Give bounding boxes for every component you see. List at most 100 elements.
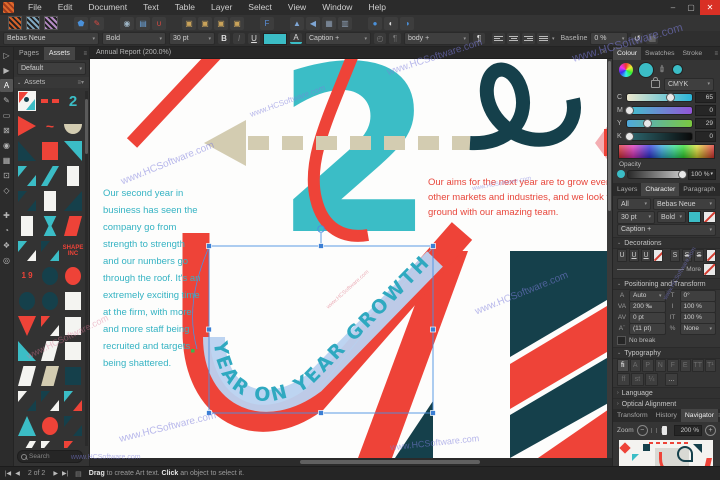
c-slider[interactable] (626, 93, 693, 102)
k-value-field[interactable]: 0 (695, 131, 716, 142)
menu-window[interactable]: Window (314, 0, 360, 15)
asset-shape-inc[interactable]: SHAPE INC (62, 239, 84, 263)
c-slider-handle[interactable] (666, 93, 675, 102)
tab-navigator[interactable]: Navigator (681, 409, 718, 422)
guides-icon[interactable]: ▤ (136, 17, 150, 30)
asset-white-teal-mosaic[interactable] (39, 439, 61, 448)
typography-button-A[interactable]: A (630, 359, 642, 372)
asset-red-white-mosaic[interactable] (39, 314, 61, 338)
typography-button-E[interactable]: E (680, 359, 692, 372)
crop-tool[interactable]: ⊡ (0, 169, 13, 182)
red-stripe-shape[interactable] (132, 59, 224, 143)
character-style-select[interactable]: Caption +▾ (305, 32, 371, 45)
m-value-field[interactable]: 0 (695, 105, 716, 116)
picture-frame-tool[interactable]: ⊠ (0, 124, 13, 137)
zoom-in-button[interactable]: + (705, 425, 716, 436)
asset-teal-slash[interactable] (39, 164, 61, 188)
typography-more-button[interactable]: … (665, 373, 678, 386)
positioning-left-field-2[interactable]: 0 pt (629, 312, 666, 324)
asset-dark-duo[interactable] (16, 189, 38, 213)
y-value-field[interactable]: 29 (695, 118, 716, 129)
underline-style-0[interactable]: U (617, 249, 627, 262)
asset-white-poly[interactable] (16, 364, 38, 388)
typography-header[interactable]: ⌄Typography (613, 347, 720, 359)
asset-dark-circle-3[interactable] (39, 289, 61, 313)
tab-character[interactable]: Character (641, 183, 679, 196)
menu-layer[interactable]: Layer (203, 0, 240, 15)
asset-teal-duo[interactable] (16, 164, 38, 188)
asset-white-slash[interactable] (16, 439, 38, 448)
asset-red-dot[interactable] (39, 414, 61, 438)
character-panel-icon[interactable]: ◴ (374, 33, 386, 44)
asset-dark-teal-mosaic[interactable] (39, 239, 61, 263)
m-slider-handle[interactable] (625, 106, 634, 115)
assets-search-input[interactable]: Search (17, 450, 83, 463)
rectangle-tool[interactable]: ▭ (0, 109, 13, 122)
asset-white-square-3[interactable] (62, 339, 84, 363)
align-left-button[interactable] (492, 33, 505, 44)
next-page-button[interactable]: ▶ (53, 470, 58, 477)
artistic-text-tool[interactable]: A (0, 79, 13, 92)
prev-page-button[interactable]: ◀ (15, 470, 20, 477)
text-flow-icon[interactable]: F (260, 17, 274, 30)
m-slider[interactable] (626, 106, 693, 115)
strike-style-2[interactable]: S (694, 249, 704, 262)
positioning-left-field-0[interactable]: Auto▾ (629, 290, 666, 302)
opacity-value[interactable]: 100 %▾ (688, 169, 716, 180)
snap-grid-icon[interactable]: ▣ (214, 17, 228, 30)
k-slider-handle[interactable] (625, 132, 634, 141)
asset-dark-circle-2[interactable] (16, 289, 38, 313)
asset-collage[interactable] (16, 89, 38, 113)
colour-mode-select[interactable]: CMYK▾ (664, 78, 714, 91)
typography-button-P[interactable]: P (642, 359, 654, 372)
magnet-icon[interactable]: ∪ (152, 17, 166, 30)
character-colour-icon[interactable]: A (290, 33, 302, 44)
paragraph-style-select[interactable]: body +▾ (404, 32, 470, 45)
pencil-icon[interactable]: ✎ (90, 17, 104, 30)
menu-table[interactable]: Table (167, 0, 203, 15)
positioning-left-field-3[interactable]: (11 pt) (629, 323, 666, 335)
document-close-icon[interactable]: × (602, 49, 606, 56)
menu-text[interactable]: Text (135, 0, 167, 15)
alignment-more-icon[interactable]: ▾ (552, 36, 555, 42)
asset-white-para[interactable] (39, 339, 61, 363)
positioning-right-field-0[interactable]: 0° (680, 290, 717, 302)
strike-style-1[interactable]: S (682, 249, 692, 262)
fill-colour-circle[interactable] (638, 62, 654, 78)
tab-swatches[interactable]: Swatches (641, 47, 678, 60)
asset-white-square-2[interactable] (62, 314, 84, 338)
retina-view-icon[interactable]: ◑ (400, 17, 414, 30)
asset-hourglass[interactable] (39, 214, 61, 238)
y-slider[interactable] (626, 119, 693, 128)
doc-thumb-blue[interactable] (26, 16, 40, 30)
positioning-right-field-3[interactable]: None▾ (680, 323, 717, 335)
ellipse-tool[interactable]: ◉ (0, 139, 13, 152)
dark-loop-shape[interactable] (470, 70, 574, 144)
asset-white-rect-3[interactable] (16, 214, 38, 238)
y-slider-handle[interactable] (643, 119, 652, 128)
tab-assets[interactable]: Assets (44, 47, 75, 60)
menu-document[interactable]: Document (80, 0, 135, 15)
underline-none-button[interactable] (653, 249, 663, 262)
asset-dashes[interactable] (39, 89, 61, 113)
optical-size-select[interactable]: All▾ (617, 198, 651, 210)
bold-button[interactable]: B (218, 33, 230, 44)
asset-logo[interactable] (62, 439, 84, 448)
font-weight-select[interactable]: Bold▾ (102, 32, 166, 45)
eyedropper-tool[interactable]: ✚ (0, 209, 13, 222)
asset-teal-red-mosaic[interactable] (62, 389, 84, 413)
sampled-colour-circle[interactable] (672, 64, 683, 75)
typography-button-T¹[interactable]: T¹ (705, 359, 717, 372)
tab-pages[interactable]: Pages (14, 47, 44, 60)
typography-button-F[interactable]: F (667, 359, 679, 372)
maximize-button[interactable]: ▢ (682, 0, 700, 15)
typography-button-fi[interactable]: fi (617, 359, 629, 372)
tab-paragraph[interactable]: Paragraph (679, 183, 719, 196)
hand-tool[interactable]: ❖ (0, 239, 13, 252)
typography-panel-icon[interactable]: ▦ (646, 33, 658, 44)
flip-vertical-icon[interactable]: ◀ (306, 17, 320, 30)
align-right-button[interactable] (522, 33, 535, 44)
colour-picker-tool[interactable]: ◔ (0, 224, 13, 237)
line-colour-swatch[interactable] (703, 263, 716, 276)
positioning-header[interactable]: ⌄Positioning and Transform (613, 278, 720, 290)
